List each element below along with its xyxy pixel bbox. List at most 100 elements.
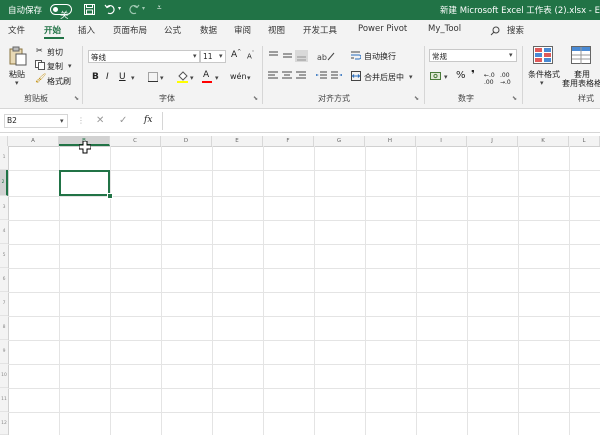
increase-decimal-icon[interactable]: ←.0.00 xyxy=(484,72,495,86)
undo-dropdown-icon[interactable]: ▾ xyxy=(118,5,121,12)
row-header[interactable]: 11 xyxy=(0,388,8,412)
save-icon[interactable] xyxy=(84,4,95,15)
number-launcher-icon[interactable]: ⬊ xyxy=(512,95,517,102)
font-launcher-icon[interactable]: ⬊ xyxy=(253,95,258,102)
accounting-format-icon[interactable] xyxy=(430,71,442,81)
redo-dropdown-icon[interactable]: ▾ xyxy=(142,5,145,12)
tab-formulas[interactable]: 公式 xyxy=(164,24,181,36)
font-color-icon[interactable]: A xyxy=(203,70,209,80)
column-header[interactable]: H xyxy=(365,136,416,146)
row-header[interactable]: 7 xyxy=(0,292,8,316)
cancel-icon[interactable]: ✕ xyxy=(96,115,104,126)
percent-style-icon[interactable]: % xyxy=(456,70,466,81)
tab-page-layout[interactable]: 页面布局 xyxy=(113,24,147,36)
name-box-dropdown-icon[interactable]: ▾ xyxy=(60,117,64,125)
font-size-dropdown-icon[interactable]: ▾ xyxy=(219,52,223,60)
tab-review[interactable]: 审阅 xyxy=(234,24,251,36)
tab-file[interactable]: 文件 xyxy=(8,24,25,36)
tab-view[interactable]: 视图 xyxy=(268,24,285,36)
row-header[interactable]: 5 xyxy=(0,244,8,268)
formula-input[interactable] xyxy=(162,112,600,130)
column-header[interactable]: G xyxy=(314,136,365,146)
format-painter-button[interactable]: 格式刷 xyxy=(47,76,71,87)
enter-icon[interactable]: ✓ xyxy=(119,115,127,126)
column-header[interactable]: I xyxy=(416,136,467,146)
cut-icon[interactable]: ✂ xyxy=(36,46,43,55)
row-header[interactable]: 6 xyxy=(0,268,8,292)
column-header[interactable]: J xyxy=(467,136,518,146)
comma-style-icon[interactable]: ❜ xyxy=(471,68,475,81)
wrap-text-button[interactable]: 自动换行 xyxy=(364,51,396,62)
merge-dropdown-icon[interactable]: ▾ xyxy=(409,73,413,81)
row-header[interactable]: 3 xyxy=(0,196,8,220)
row-header[interactable]: 8 xyxy=(0,316,8,340)
paste-dropdown-icon[interactable]: ▾ xyxy=(15,79,19,87)
format-as-table-button[interactable]: 套用表格格式 xyxy=(562,78,600,89)
border-icon[interactable] xyxy=(148,72,158,82)
fill-color-dropdown-icon[interactable]: ▾ xyxy=(190,74,194,82)
conditional-formatting-dropdown-icon[interactable]: ▾ xyxy=(540,79,544,87)
number-format-box[interactable]: 常规 xyxy=(429,49,517,62)
column-header[interactable]: K xyxy=(518,136,569,146)
column-header[interactable]: L xyxy=(569,136,600,146)
format-painter-icon[interactable]: 🖌 xyxy=(35,74,46,84)
alignment-launcher-icon[interactable]: ⬊ xyxy=(414,95,419,102)
orientation-icon[interactable]: ab xyxy=(316,51,340,61)
decrease-decimal-icon[interactable]: .00 →.0 xyxy=(500,72,511,86)
tab-data[interactable]: 数据 xyxy=(200,24,217,36)
clipboard-launcher-icon[interactable]: ⬊ xyxy=(74,95,79,102)
column-header[interactable]: D xyxy=(161,136,212,146)
column-header[interactable]: A xyxy=(8,136,59,146)
italic-button[interactable]: I xyxy=(106,72,109,82)
row-header[interactable]: 9 xyxy=(0,340,8,364)
accounting-dropdown-icon[interactable]: ▾ xyxy=(444,73,448,81)
font-name-dropdown-icon[interactable]: ▾ xyxy=(193,52,197,60)
row-header[interactable]: 10 xyxy=(0,364,8,388)
decrease-font-icon[interactable]: Aˇ xyxy=(247,51,254,60)
search-icon[interactable] xyxy=(490,26,500,36)
horizontal-align-icons[interactable] xyxy=(268,71,308,81)
fill-color-icon[interactable] xyxy=(177,71,188,83)
tab-search[interactable]: 搜索 xyxy=(507,24,524,36)
paste-icon[interactable] xyxy=(9,46,27,66)
copy-dropdown-icon[interactable]: ▾ xyxy=(68,62,72,70)
tab-insert[interactable]: 插入 xyxy=(78,24,95,36)
autosave-toggle[interactable]: 关 xyxy=(50,4,72,21)
selected-cell-b2[interactable] xyxy=(59,170,110,196)
tab-my-tool[interactable]: My_Tool xyxy=(428,24,461,34)
select-all-corner[interactable] xyxy=(0,136,8,146)
indent-icons[interactable] xyxy=(316,71,342,81)
phonetic-dropdown-icon[interactable]: ▾ xyxy=(247,74,251,82)
font-name-box[interactable]: 等线 xyxy=(88,50,200,63)
underline-button[interactable]: U xyxy=(119,72,126,82)
row-header[interactable]: 1 xyxy=(0,146,8,170)
cut-button[interactable]: 剪切 xyxy=(47,47,63,58)
bold-button[interactable]: B xyxy=(92,72,99,82)
row-header[interactable]: 12 xyxy=(0,412,8,435)
tab-developer[interactable]: 开发工具 xyxy=(303,24,337,36)
format-as-table-icon[interactable] xyxy=(571,46,591,64)
row-header[interactable]: 4 xyxy=(0,220,8,244)
row-header-selected[interactable]: 2 xyxy=(0,170,8,196)
underline-dropdown-icon[interactable]: ▾ xyxy=(131,74,135,82)
tab-power-pivot[interactable]: Power Pivot xyxy=(358,24,407,34)
copy-icon[interactable] xyxy=(35,60,45,70)
conditional-formatting-button[interactable]: 条件格式 xyxy=(528,69,560,80)
column-header[interactable]: C xyxy=(110,136,161,146)
insert-function-icon[interactable]: fx xyxy=(144,115,152,125)
merge-center-icon[interactable] xyxy=(351,71,361,81)
increase-font-icon[interactable]: A^ xyxy=(231,49,241,60)
copy-button[interactable]: 复制 xyxy=(47,61,63,72)
undo-icon[interactable] xyxy=(104,4,116,15)
phonetic-icon[interactable]: wén xyxy=(230,72,247,81)
redo-icon[interactable] xyxy=(128,4,140,15)
conditional-formatting-icon[interactable] xyxy=(533,46,553,64)
vertical-align-icons[interactable] xyxy=(268,50,308,62)
number-format-dropdown-icon[interactable]: ▾ xyxy=(509,51,513,59)
font-color-dropdown-icon[interactable]: ▾ xyxy=(215,74,219,82)
customize-qat-icon[interactable]: ⩡ xyxy=(157,3,162,13)
merge-center-button[interactable]: 合并后居中 xyxy=(364,72,404,83)
column-header[interactable]: F xyxy=(263,136,314,146)
tab-home[interactable]: 开始 xyxy=(44,24,61,36)
name-box[interactable]: B2 xyxy=(4,114,68,128)
